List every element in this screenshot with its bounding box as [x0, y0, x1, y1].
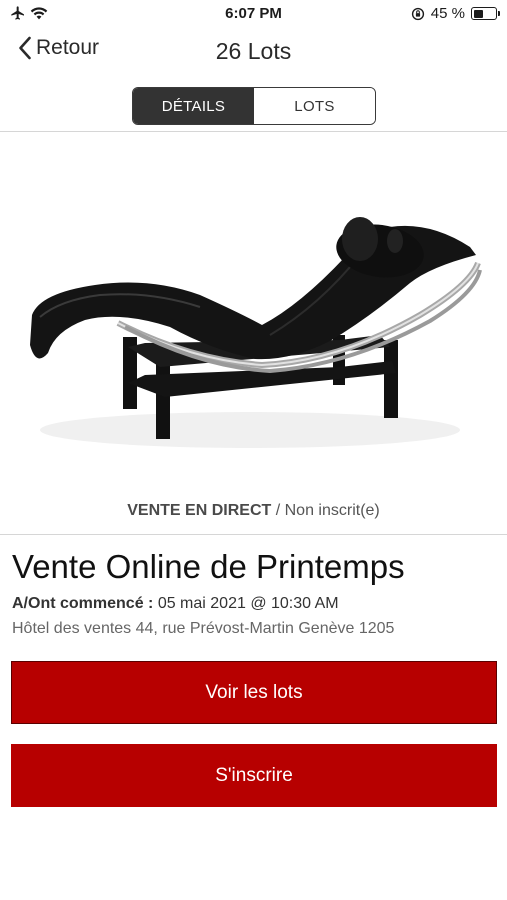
sale-address: Hôtel des ventes 44, rue Prévost-Martin …: [12, 620, 395, 637]
status-separator: /: [271, 502, 285, 519]
battery-percent: 45 %: [430, 5, 465, 22]
battery-icon: [471, 7, 500, 20]
navigation-bar: Retour 26 Lots: [0, 28, 507, 76]
sale-image: [0, 135, 507, 490]
view-lots-button[interactable]: Voir les lots: [11, 661, 497, 724]
sale-title: Vente Online de Printemps: [12, 548, 405, 585]
header-divider: [0, 131, 507, 132]
status-bar: 6:07 PM 45 %: [0, 0, 507, 28]
sale-status: VENTE EN DIRECT / Non inscrit(e): [0, 502, 507, 520]
sale-date: A/Ont commencé : 05 mai 2021 @ 10:30 AM: [12, 595, 339, 613]
tab-lots[interactable]: LOTS: [254, 88, 375, 124]
orientation-lock-icon: [411, 7, 424, 20]
battery-level: [473, 9, 483, 18]
status-divider: [0, 534, 507, 535]
page-title: 26 Lots: [215, 38, 292, 64]
live-sale-label: VENTE EN DIRECT: [127, 502, 272, 519]
status-right: 45 %: [411, 5, 500, 22]
tab-details[interactable]: DÉTAILS: [133, 88, 254, 124]
registration-status: Non inscrit(e): [284, 502, 380, 519]
segmented-control: DÉTAILS LOTS: [132, 87, 376, 125]
register-button[interactable]: S'inscrire: [11, 744, 497, 807]
chaise-longue-image: [30, 217, 482, 448]
sale-date-label: A/Ont commencé :: [12, 595, 154, 612]
sale-date-value: 05 mai 2021 @ 10:30 AM: [157, 595, 339, 612]
